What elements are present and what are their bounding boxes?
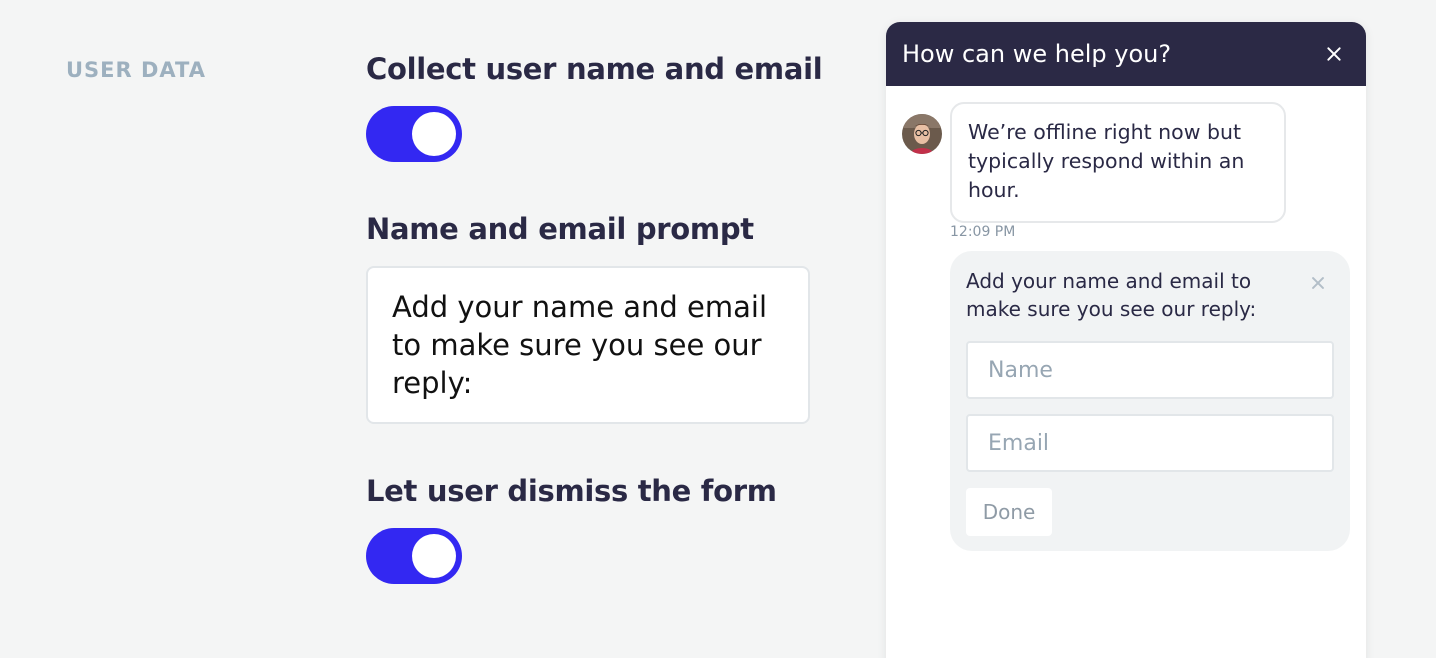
prompt-textarea[interactable]: Add your name and email to make sure you…: [366, 266, 810, 424]
section-label: USER DATA: [66, 58, 207, 82]
form-prompt-text: Add your name and email to make sure you…: [966, 269, 1257, 321]
dismiss-form-icon[interactable]: [1310, 275, 1326, 291]
chat-title: How can we help you?: [902, 40, 1172, 68]
agent-message: We’re offline right now but typically re…: [950, 102, 1286, 223]
settings-page: USER DATA Collect user name and email Na…: [0, 0, 1436, 658]
contact-form-card: Add your name and email to make sure you…: [950, 251, 1350, 551]
avatar: [902, 114, 942, 154]
chat-header: How can we help you?: [886, 22, 1366, 86]
toggle-knob: [412, 534, 456, 578]
dismiss-form-title: Let user dismiss the form: [366, 474, 777, 508]
collect-user-data-title: Collect user name and email: [366, 52, 823, 86]
dismiss-form-toggle[interactable]: [366, 528, 462, 584]
prompt-title: Name and email prompt: [366, 212, 754, 246]
toggle-knob: [412, 112, 456, 156]
avatar-image: [902, 114, 942, 154]
chat-widget: How can we help you? We’re offline right…: [886, 22, 1366, 658]
collect-user-data-toggle[interactable]: [366, 106, 462, 162]
done-button[interactable]: Done: [966, 488, 1052, 536]
message-timestamp: 12:09 PM: [950, 224, 1016, 240]
email-input[interactable]: [966, 414, 1334, 472]
name-input[interactable]: [966, 341, 1334, 399]
close-icon[interactable]: [1324, 44, 1344, 64]
